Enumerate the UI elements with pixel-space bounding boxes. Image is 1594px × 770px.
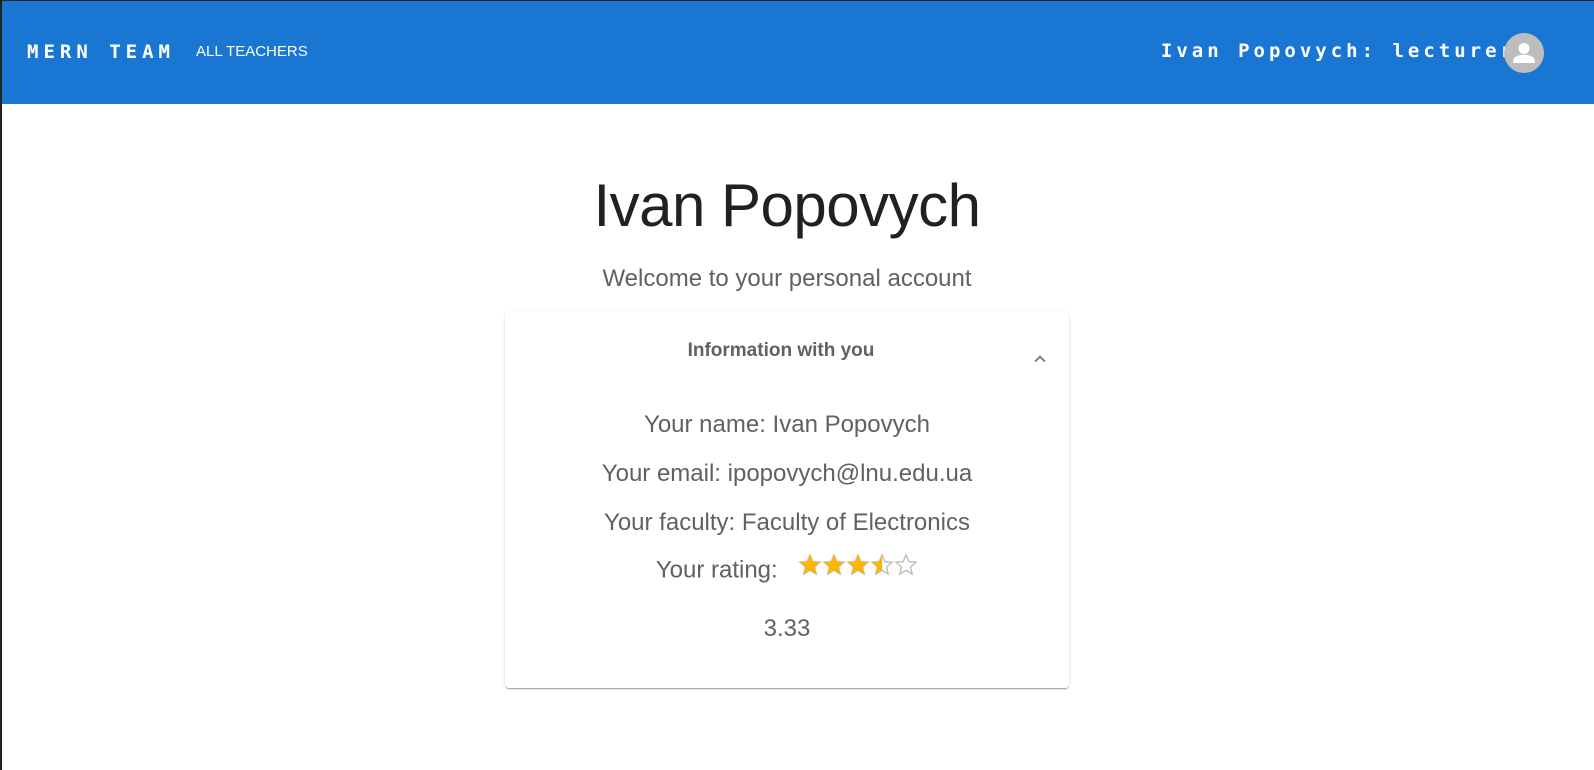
star-full-icon: [798, 553, 822, 577]
nav-all-teachers-link[interactable]: ALL TEACHERS: [196, 43, 308, 60]
faculty-line: Your faculty: Faculty of Electronics: [604, 509, 970, 536]
user-role-label: Ivan Popovych: lecturer: [1160, 40, 1516, 62]
star-full-icon: [846, 553, 870, 577]
info-card-header[interactable]: Information with you: [505, 312, 1069, 388]
app-logo[interactable]: MERN TEAM: [27, 41, 175, 63]
email-line: Your email: ipopovych@lnu.edu.ua: [601, 460, 973, 487]
rating-value: 3.33: [763, 615, 811, 642]
avatar-button[interactable]: [1504, 33, 1544, 73]
chevron-up-icon[interactable]: [1029, 348, 1051, 370]
star-full-icon: [822, 553, 846, 577]
app-bar: MERN TEAM ALL TEACHERS Ivan Popovych: le…: [2, 1, 1594, 104]
star-rating: [798, 553, 918, 582]
name-line: Your name: Ivan Popovych: [644, 411, 930, 438]
page-subtitle: Welcome to your personal account: [602, 265, 972, 292]
page-title: Ivan Popovych: [593, 172, 981, 239]
info-card-title: Information with you: [687, 340, 875, 361]
person-icon: [1513, 43, 1535, 63]
rating-row: Your rating:: [505, 553, 1069, 585]
star-empty-icon: [894, 553, 918, 577]
rating-label: Your rating:: [655, 556, 778, 584]
app-window: MERN TEAM ALL TEACHERS Ivan Popovych: le…: [0, 0, 1594, 770]
star-half-icon: [870, 553, 894, 577]
info-card: Information with you Your name: Ivan Pop…: [505, 312, 1069, 688]
